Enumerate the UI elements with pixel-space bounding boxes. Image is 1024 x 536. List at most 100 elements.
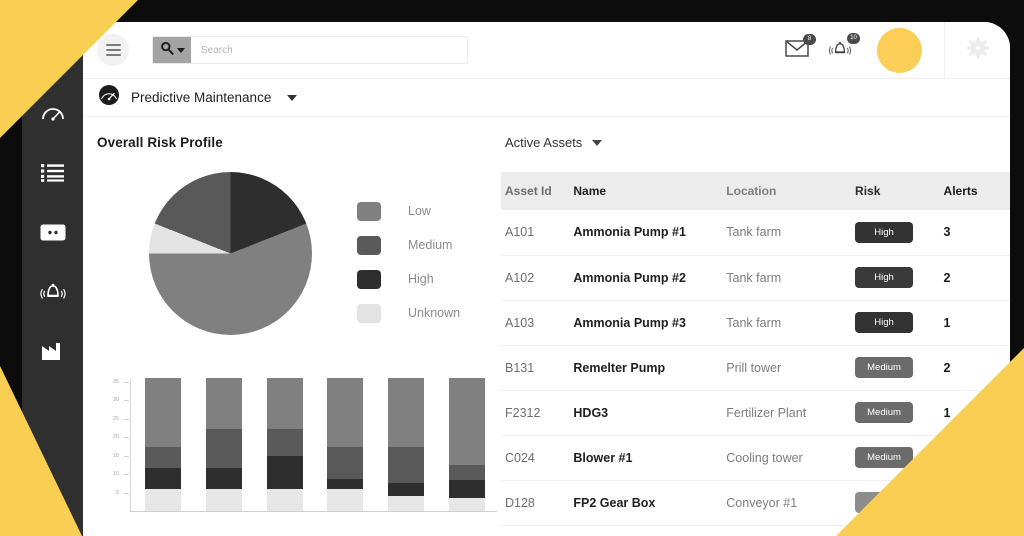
search-button[interactable] [153,37,191,63]
assets-selector-label: Active Assets [505,135,583,150]
messages-badge: 8 [803,33,816,45]
cell-asset-id: A102 [501,255,570,301]
cell-location: Tank farm [722,210,852,256]
bar-segment-medium [206,428,242,468]
cell-asset-id: D128 [501,480,570,526]
list-icon [40,163,65,183]
stacked-bar[interactable] [145,378,182,511]
bar-segment-low [388,378,424,448]
bar-chart-y-axis: 35 30 25 20 15 10 5 [97,375,137,510]
table-row[interactable]: A102 Ammonia Pump #2 Tank farm High 2 [501,255,1010,301]
legend-label: Low [408,204,431,218]
bar-segment-high [448,479,485,499]
legend-label: High [408,272,434,286]
bar-segment-medium [145,447,182,468]
cell-location: Conveyor #1 [722,480,852,526]
sidebar-item-plants[interactable] [33,330,73,370]
bar-segment-low [266,378,303,429]
bar-segment-high [206,467,242,489]
cell-name: Ammonia Pump #2 [569,255,723,301]
bar-slot [254,378,315,511]
bar-segment-unknown [327,488,364,511]
bar-segment-medium [266,429,303,456]
chevron-down-icon[interactable] [287,94,298,101]
stacked-bar[interactable] [327,378,364,511]
sidebar-item-devices[interactable] [33,212,73,252]
page-title: Overall Risk Profile [97,135,223,150]
status-badge: High [855,267,914,288]
search-bar [152,36,468,64]
search-input[interactable] [191,37,467,63]
cell-name: Remelter Pump [569,345,723,391]
cell-name: FP2 Gear Box [569,480,723,526]
cell-alerts: 3 [939,210,1010,256]
stacked-bar[interactable] [388,378,424,511]
y-axis-tick [124,381,129,383]
module-bar: Predictive Maintenance [83,79,1010,117]
bar-segment-high [145,467,182,489]
cell-location: Fertilizer Plant [722,390,852,436]
y-axis-tick-label: 5 [115,489,119,496]
messages-button[interactable]: 8 [785,33,816,62]
sidebar-item-assets-list[interactable] [33,153,73,193]
cell-risk: High [851,300,940,346]
status-badge: High [855,312,914,333]
y-axis-tick [124,492,129,494]
stacked-bar[interactable] [448,378,485,511]
decor-triangle-top-left [0,0,138,138]
cell-asset-id: B131 [501,345,570,391]
y-axis-tick [124,474,129,476]
stacked-bar[interactable] [266,378,303,511]
bar-segment-medium [448,464,485,480]
bar-slot [194,378,255,511]
chevron-down-icon[interactable] [592,139,603,146]
cell-location: Prill tower [722,345,852,391]
avatar[interactable] [877,27,922,73]
factory-icon [40,339,66,361]
bar-segment-unknown [145,488,182,511]
column-header-location[interactable]: Location [722,172,852,210]
y-axis-tick [124,455,129,457]
y-axis-tick [124,400,129,402]
decor-triangle-bottom-right [836,348,1024,536]
bar-segment-medium [327,447,364,479]
cell-location: Tank farm [722,300,852,346]
top-bar-actions: 8 10 [785,22,1010,78]
bar-segment-high [388,483,424,497]
notifications-button[interactable]: 10 [827,32,860,63]
assets-selector[interactable]: Active Assets [501,135,1010,150]
bar-segment-low [206,378,242,429]
column-header-name[interactable]: Name [569,172,723,210]
cell-asset-id: A101 [501,210,570,256]
legend-swatch-unknown [357,303,381,323]
sidebar-item-alerts[interactable] [33,271,73,311]
status-badge: High [855,221,914,243]
cell-asset-id: A103 [501,300,570,346]
cell-alerts: 1 [939,300,1010,346]
pie-chart-area: Low Medium High Unknown [97,172,501,335]
column-header-asset-id[interactable]: Asset Id [501,172,570,210]
legend-item: Medium [357,228,460,262]
bar-segment-medium [388,447,424,484]
cell-location: Cooling tower [722,435,852,481]
column-header-alerts[interactable]: Alerts [939,172,1010,210]
search-icon [160,41,174,60]
bar-segment-high [266,455,303,489]
gear-icon[interactable] [966,36,989,64]
legend-swatch-medium [357,235,381,255]
y-axis-tick-label: 30 [112,397,119,404]
y-axis-tick [124,418,129,420]
chevron-down-icon [176,47,185,53]
bar-segment-high [327,478,364,489]
stacked-bar[interactable] [206,378,242,511]
bar-slot [133,378,194,511]
cell-name: Ammonia Pump #3 [569,300,723,346]
pie-legend: Low Medium High Unknown [357,194,460,330]
table-row[interactable]: A103 Ammonia Pump #3 Tank farm High 1 [501,300,1010,346]
table-row[interactable]: A101 Ammonia Pump #1 Tank farm High 3 [501,210,1010,256]
y-axis-line [130,378,131,511]
decor-triangle-bottom-left [0,366,82,536]
cell-name: HDG3 [569,390,723,436]
cell-alerts: 2 [939,255,1010,301]
column-header-risk[interactable]: Risk [851,172,940,210]
